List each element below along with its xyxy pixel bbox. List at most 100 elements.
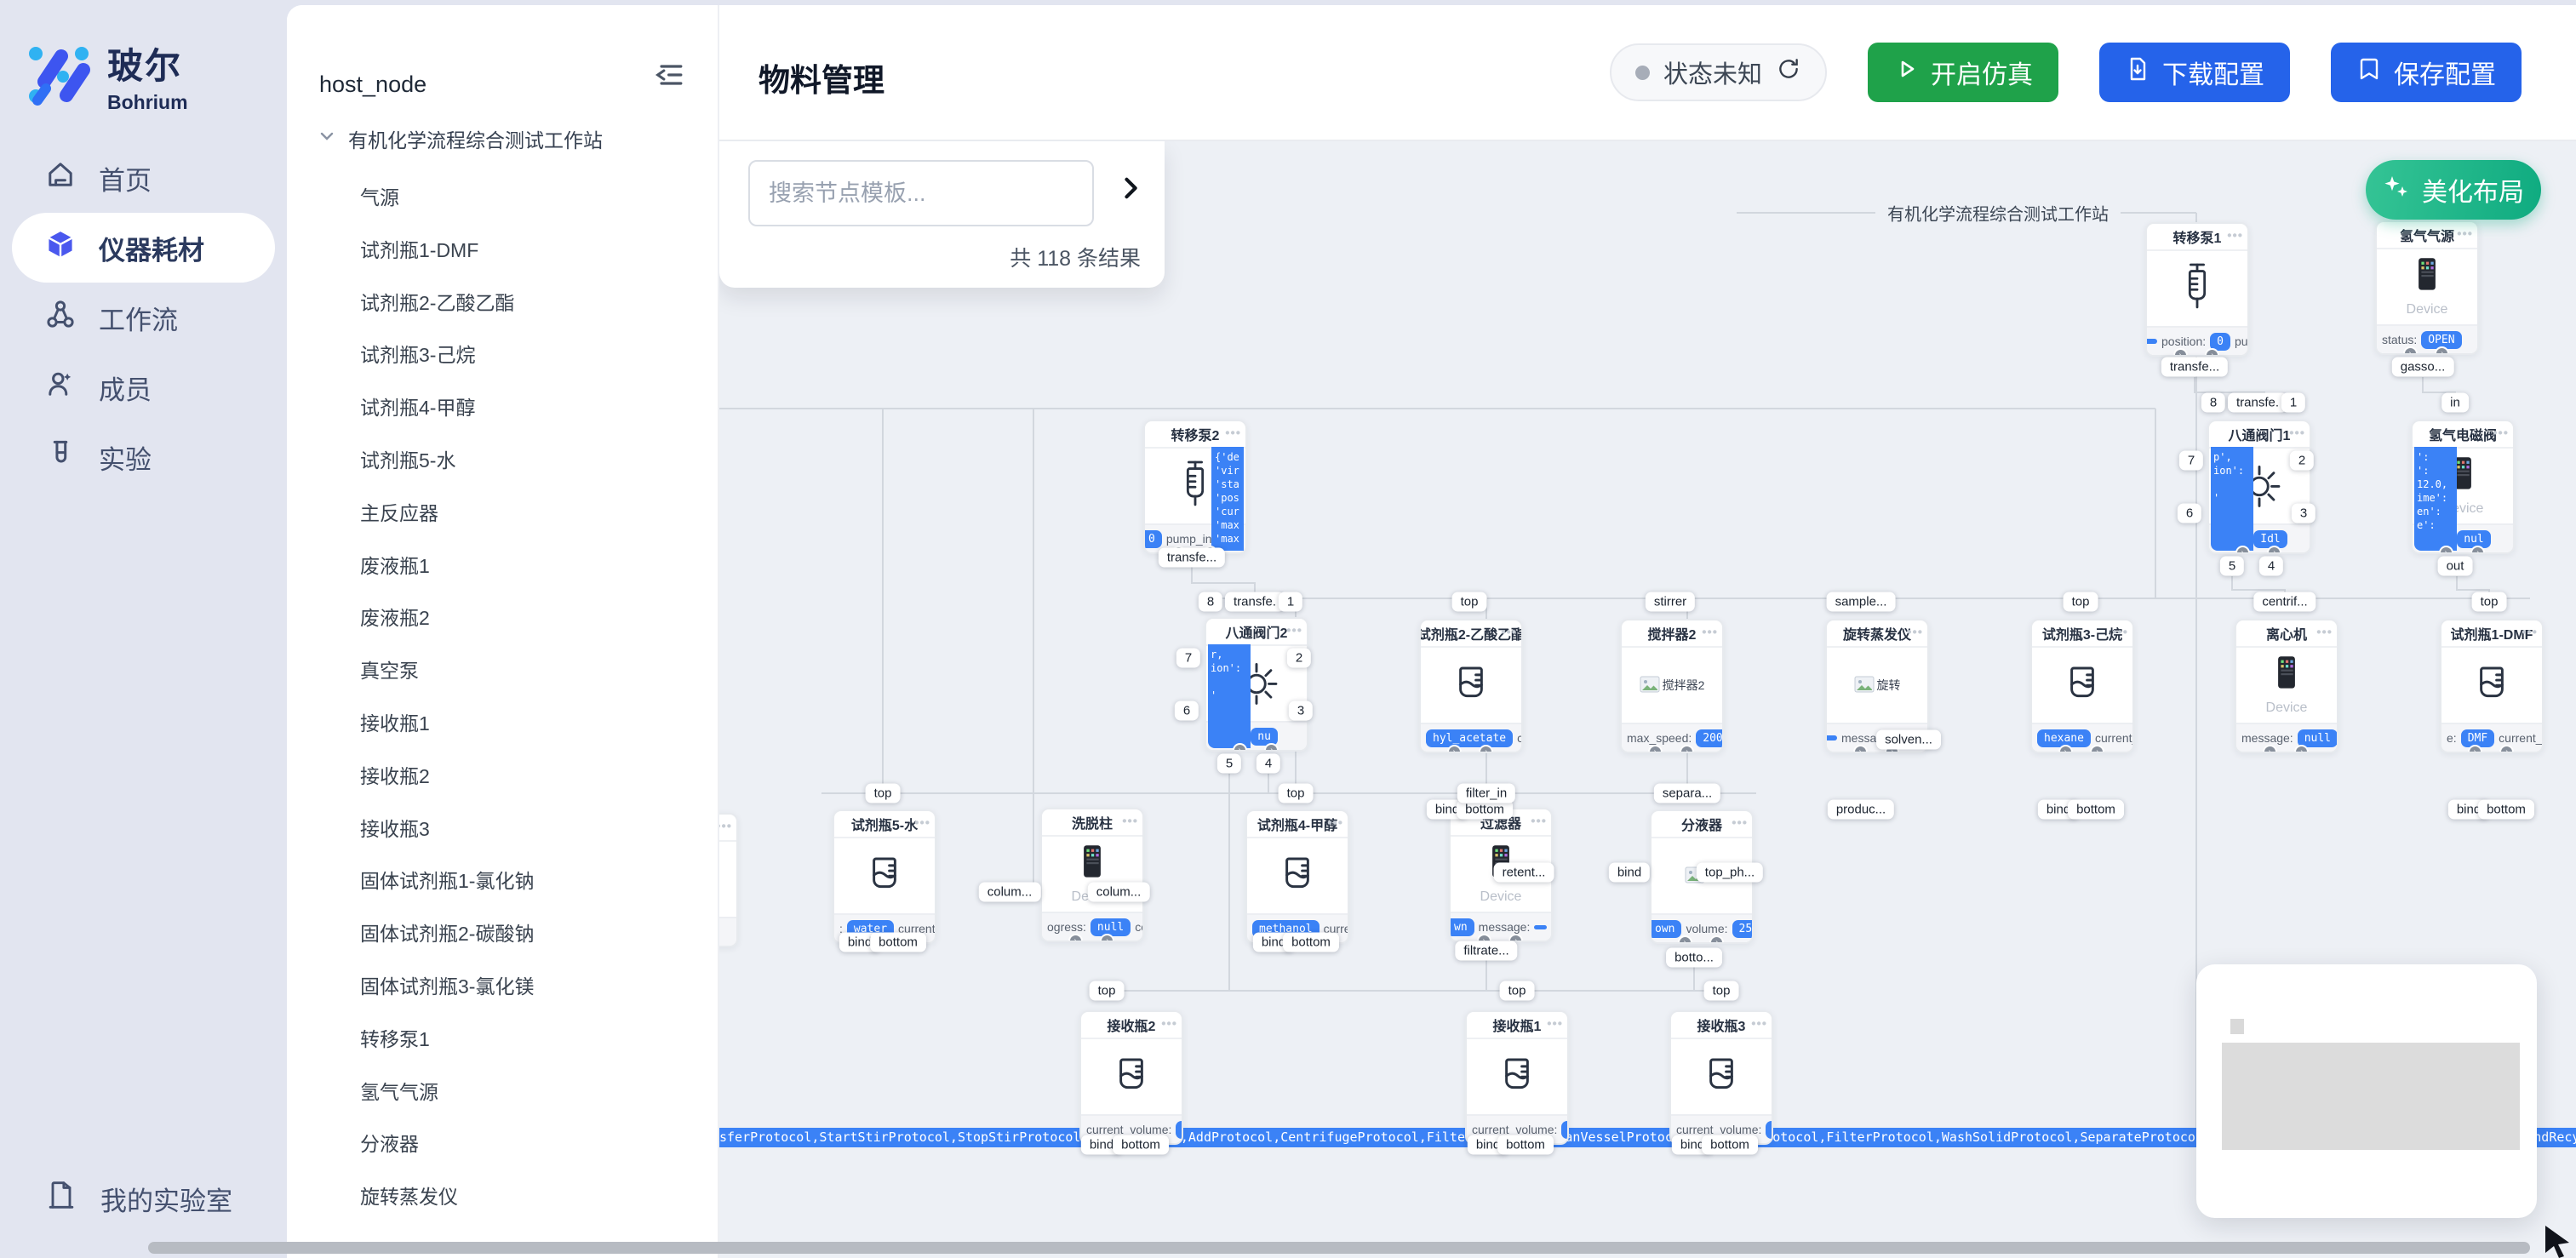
- port-pill[interactable]: 3: [1289, 701, 1313, 721]
- port-pill[interactable]: produc...: [1828, 800, 1894, 820]
- port-handle-icon[interactable]: ›: [2058, 745, 2073, 752]
- value-badge[interactable]: 0: [1176, 1121, 1182, 1139]
- minimap[interactable]: [2196, 964, 2537, 1218]
- node-menu-icon[interactable]: •••: [1702, 625, 1718, 639]
- tree-item[interactable]: 废液瓶2: [360, 602, 430, 631]
- node-card[interactable]: 转移泵1•••position:0pump››: [2145, 222, 2249, 357]
- node-menu-icon[interactable]: •••: [2493, 426, 2509, 440]
- tree-item[interactable]: 固体试剂瓶2-碳酸钠: [360, 918, 534, 946]
- node-menu-icon[interactable]: •••: [719, 819, 732, 833]
- node-card[interactable]: 洗脱柱•••Deviceogress:nullcolu››: [1040, 808, 1144, 942]
- node-card[interactable]: 氢气气源•••Devicestatus:OPEN››: [2375, 220, 2479, 355]
- node-card[interactable]: 试剂瓶4-甲醇•••methanolcurrent_››: [1245, 809, 1349, 944]
- value-badge[interactable]: nul: [2457, 530, 2490, 548]
- port-pill[interactable]: 7: [2179, 451, 2203, 471]
- port-pill[interactable]: bottom: [1113, 1135, 1169, 1155]
- port-pill[interactable]: 5: [1217, 754, 1241, 774]
- port-pill[interactable]: 1: [1279, 592, 1302, 612]
- value-badge[interactable]: 0: [1766, 1121, 1772, 1139]
- port-pill[interactable]: bottom: [2068, 800, 2124, 820]
- port-pill[interactable]: transfe...: [1159, 548, 1225, 568]
- port-pill[interactable]: 2: [1287, 649, 1311, 668]
- refresh-icon[interactable]: [1776, 56, 1801, 89]
- value-badge[interactable]: DMF: [2461, 729, 2494, 747]
- port-handle-icon[interactable]: ›: [2499, 745, 2514, 752]
- port-pill[interactable]: bottom: [1497, 1135, 1554, 1155]
- node-card[interactable]: 接收瓶2•••current_volume:0››: [1079, 1010, 1183, 1145]
- tree-item[interactable]: 转移泵1: [360, 1023, 430, 1052]
- node-menu-icon[interactable]: •••: [1286, 623, 1302, 638]
- port-pill[interactable]: gasso...: [2392, 357, 2454, 377]
- value-badge[interactable]: null: [1091, 918, 1131, 936]
- port-pill[interactable]: filter_in: [1457, 784, 1515, 803]
- port-pill[interactable]: retent...: [1494, 863, 1554, 883]
- tree-item[interactable]: 固体试剂瓶3-氯化镁: [360, 970, 534, 999]
- port-pill[interactable]: 4: [2259, 557, 2283, 576]
- port-pill[interactable]: 3: [2292, 504, 2316, 523]
- port-handle-icon[interactable]: ›: [2439, 546, 2453, 552]
- port-pill[interactable]: 6: [2178, 504, 2201, 523]
- port-pill[interactable]: centrif...: [2253, 592, 2316, 612]
- port-pill[interactable]: top: [2472, 592, 2507, 612]
- download-config-button[interactable]: 下载配置: [2099, 43, 2290, 102]
- tree-item[interactable]: 接收瓶2: [360, 760, 430, 789]
- tree-item[interactable]: 分液器: [360, 1128, 419, 1157]
- node-card[interactable]: •••Idl››: [719, 813, 738, 947]
- minimap-viewport[interactable]: [2222, 1043, 2520, 1150]
- port-pill[interactable]: 4: [1257, 754, 1280, 774]
- port-pill[interactable]: 7: [1176, 649, 1200, 668]
- search-input[interactable]: [748, 160, 1094, 226]
- sidebar-item-workflow[interactable]: 工作流: [0, 283, 287, 352]
- sidebar-item-home[interactable]: 首页: [0, 143, 287, 213]
- node-menu-icon[interactable]: •••: [2289, 426, 2305, 440]
- value-badge[interactable]: 250: [1732, 920, 1752, 938]
- port-handle-icon[interactable]: ›: [1508, 934, 1523, 941]
- port-pill[interactable]: stirrer: [1646, 592, 1695, 612]
- tree-item[interactable]: 试剂瓶2-乙酸乙酯: [360, 287, 514, 316]
- value-badge[interactable]: nu: [1251, 728, 1278, 746]
- port-handle-icon[interactable]: ›: [1678, 935, 1692, 942]
- node-card[interactable]: 离心机•••Devicemessage:nullma››: [2235, 619, 2338, 753]
- port-pill[interactable]: bottom: [1283, 933, 1339, 952]
- port-pill[interactable]: separa...: [1654, 784, 1720, 803]
- value-badge[interactable]: hyl_acetate: [1426, 729, 1513, 747]
- node-card[interactable]: 转移泵2•••0pump_info:››{'de 'vir 'sta 'pos …: [1143, 420, 1247, 554]
- tree-item[interactable]: 接收瓶1: [360, 707, 430, 736]
- port-pill[interactable]: top: [1500, 981, 1535, 1001]
- port-pill[interactable]: transfe...: [2161, 357, 2228, 377]
- port-pill[interactable]: colum...: [1088, 883, 1150, 902]
- port-pill[interactable]: top_ph...: [1697, 863, 1763, 883]
- port-pill[interactable]: 5: [2220, 557, 2244, 576]
- port-handle-icon[interactable]: ›: [1648, 745, 1663, 752]
- node-menu-icon[interactable]: •••: [1161, 1016, 1177, 1031]
- node-menu-icon[interactable]: •••: [2457, 226, 2473, 241]
- tree-item[interactable]: 固体试剂瓶1-氯化钠: [360, 865, 534, 894]
- port-pill[interactable]: in: [2441, 393, 2469, 413]
- tree-item[interactable]: 试剂瓶3-己烷: [360, 339, 475, 368]
- sidebar-item-experiments[interactable]: 实验: [0, 422, 287, 492]
- port-pill[interactable]: top: [2064, 592, 2098, 612]
- collapse-panel-icon[interactable]: [653, 58, 687, 92]
- port-pill[interactable]: sample...: [1827, 592, 1896, 612]
- tree-item[interactable]: 试剂瓶4-甲醇: [360, 392, 475, 420]
- node-card[interactable]: 搅拌器2•••搅拌器2max_speed:2000››: [1620, 619, 1724, 753]
- port-handle-icon[interactable]: ›: [1477, 934, 1491, 941]
- tree-item[interactable]: 试剂瓶5-水: [360, 444, 455, 473]
- port-handle-icon[interactable]: ›: [1680, 745, 1694, 752]
- tree-item[interactable]: 主反应器: [360, 497, 438, 526]
- node-card[interactable]: 试剂瓶1-DMF•••e:DMFcurrent_vol››: [2440, 619, 2544, 753]
- value-badge[interactable]: 0: [1561, 1121, 1567, 1139]
- node-menu-icon[interactable]: •••: [1531, 814, 1547, 828]
- workflow-canvas[interactable]: 有机化学流程综合测试工作站 sferProtocol,StartStirProt…: [719, 141, 2576, 1258]
- tree-item[interactable]: 真空泵: [360, 655, 419, 683]
- port-pill[interactable]: transfe.: [1225, 592, 1285, 612]
- node-menu-icon[interactable]: •••: [1501, 625, 1517, 639]
- beautify-layout-button[interactable]: 美化布局: [2366, 160, 2541, 220]
- node-card[interactable]: 试剂瓶2-乙酸乙酯•••hyl_acetatecurre››: [1419, 619, 1523, 753]
- port-handle-icon[interactable]: ›: [2468, 745, 2482, 752]
- port-pill[interactable]: bottom: [1702, 1135, 1758, 1155]
- port-pill[interactable]: 8: [1199, 592, 1222, 612]
- node-menu-icon[interactable]: •••: [2112, 625, 2128, 639]
- port-pill[interactable]: transfe.: [2228, 393, 2287, 413]
- port-pill[interactable]: top: [1279, 784, 1314, 803]
